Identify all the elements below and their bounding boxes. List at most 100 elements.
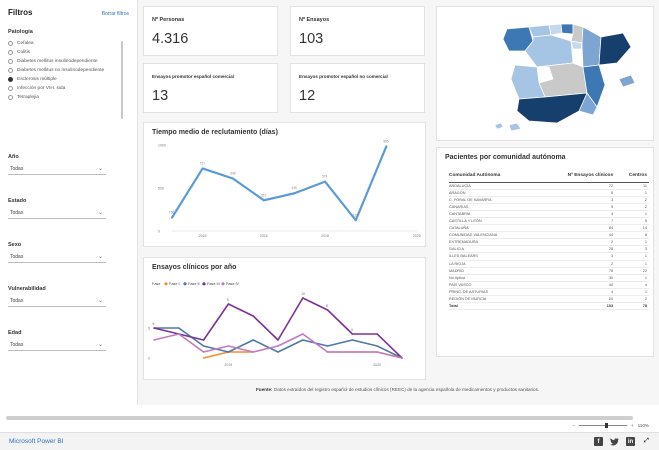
radio-option[interactable]: Tetraplejia xyxy=(8,93,112,102)
vulnerabilidad-dropdown[interactable]: Todas ⌄ xyxy=(8,296,106,307)
data-point xyxy=(326,309,329,311)
trials-chart-card: Ensayos clínicos por año Fase Fase I Fase … xyxy=(143,257,426,380)
radio-label: Colitis xyxy=(17,50,31,55)
map-region-navarra[interactable] xyxy=(570,23,584,44)
data-point xyxy=(277,351,279,353)
kpi-label: Nº Ensayos xyxy=(299,17,330,23)
data-label: 574 xyxy=(322,175,328,179)
column-header[interactable]: Comunidad Autónoma xyxy=(449,170,536,183)
radio-circle-icon xyxy=(8,59,13,64)
table-row: LA RIOJA 2 1 xyxy=(449,260,649,268)
table-cell: 78 xyxy=(615,302,649,311)
map-region-pais-vasco[interactable] xyxy=(560,23,574,35)
map-region-castilla-la-mancha[interactable] xyxy=(536,62,588,98)
estado-label: Estado xyxy=(8,198,27,204)
table-cell: 14 xyxy=(615,224,649,233)
data-point xyxy=(351,339,354,341)
data-point xyxy=(227,345,230,347)
powerbi-link[interactable]: Microsoft Power BI xyxy=(9,438,64,445)
kpi-value: 13 xyxy=(152,88,169,104)
table-cell: 8 xyxy=(535,189,616,197)
data-point xyxy=(376,345,378,347)
radio-option-selected[interactable]: Esclerosis múltiple xyxy=(8,75,112,84)
table-row: GALICIA 28 3 xyxy=(449,245,649,254)
zoom-in-button[interactable]: + xyxy=(631,423,634,428)
linkedin-icon[interactable]: in xyxy=(626,437,635,446)
chevron-down-icon: ⌄ xyxy=(97,166,103,172)
chevron-down-icon: ⌄ xyxy=(97,254,103,260)
dropdown-value: Todas xyxy=(10,342,24,348)
twitter-icon[interactable] xyxy=(610,437,619,446)
table-cell: 1 xyxy=(615,260,649,268)
table-row: EXTREMADURA 2 1 xyxy=(449,238,649,247)
data-point xyxy=(178,327,180,329)
data-label: 156 xyxy=(169,211,175,215)
data-label: 8 xyxy=(326,304,328,308)
y-tick-label: 5 xyxy=(148,327,150,331)
table-cell: 40 xyxy=(535,281,616,289)
map-region-aragon[interactable] xyxy=(581,26,602,68)
patologia-radio-list[interactable]: Cefalea Colitis Diabetes mellitus insuli… xyxy=(8,39,129,134)
map-region-extremadura[interactable] xyxy=(510,64,546,100)
ano-dropdown[interactable]: Todas ⌄ xyxy=(8,164,106,175)
radio-option[interactable]: Colitis xyxy=(8,48,112,57)
radio-option[interactable]: Infección por VIH, sida xyxy=(8,84,112,93)
series-line xyxy=(171,145,388,222)
table-cell: 3 xyxy=(535,196,616,204)
table-cell: REGIÓN DE MURCIA xyxy=(449,295,536,304)
map-region-cantabria[interactable] xyxy=(548,23,563,36)
radio-option[interactable]: Diabetes mellitus no insulinodependiente xyxy=(8,66,112,75)
trials-line-chart[interactable]: Fase Fase I Fase II Fase III Fase IV 0 5 2015 20… xyxy=(144,258,427,381)
radio-circle-icon xyxy=(8,41,13,46)
radio-option[interactable]: Cefalea xyxy=(8,39,112,48)
data-label: 357 xyxy=(261,193,267,197)
radio-list-scrollbar[interactable] xyxy=(121,41,123,119)
column-header[interactable]: Nº Ensayos clínicos xyxy=(535,170,616,183)
dropdown-value: Todas xyxy=(10,166,24,172)
recruitment-line-chart[interactable]: 0 500 1000 2015 2016 2018 2020 156 727 608 357 439 5… xyxy=(144,123,427,248)
x-tick-label: 2015 xyxy=(199,234,207,238)
table-cell: 1 xyxy=(615,288,649,297)
map-region-canarias[interactable] xyxy=(508,122,522,132)
radio-selected-icon xyxy=(8,77,13,82)
spain-choropleth-map[interactable] xyxy=(437,7,655,142)
scrollbar-track[interactable] xyxy=(6,416,633,420)
map-region-baleares[interactable] xyxy=(618,74,636,88)
data-point xyxy=(178,333,180,335)
legend-label: Fase II xyxy=(188,282,200,286)
edad-dropdown[interactable]: Todas ⌄ xyxy=(8,340,106,351)
table-cell: 3 xyxy=(615,245,649,254)
estado-slicer: Estado Todas ⌄ xyxy=(8,198,129,219)
series-line-1 xyxy=(203,351,403,359)
data-point xyxy=(326,351,329,353)
x-tick-label: 2020 xyxy=(373,363,381,367)
radio-option[interactable]: Diabetes mellitus insulinodependiente xyxy=(8,57,112,66)
zoom-control[interactable]: − + 110% xyxy=(572,423,649,428)
data-point xyxy=(227,303,230,305)
trials-chart-title: Ensayos clínicos por año xyxy=(152,264,237,271)
fullscreen-icon[interactable]: ⤢ xyxy=(642,437,651,446)
map-island xyxy=(494,122,504,130)
facebook-icon[interactable]: f xyxy=(594,437,603,446)
table-row: CASTILLA Y LEÓN 7 5 xyxy=(449,217,649,226)
estado-dropdown[interactable]: Todas ⌄ xyxy=(8,208,106,219)
kpi-card-personas: Nº Personas 4.316 xyxy=(143,6,278,56)
sexo-dropdown[interactable]: Todas ⌄ xyxy=(8,252,106,263)
y-tick-label: 0 xyxy=(148,357,150,361)
zoom-slider-handle[interactable] xyxy=(604,423,608,428)
clear-filters-link[interactable]: Borrar filtros xyxy=(102,11,129,17)
radio-label: Infección por VIH, sida xyxy=(17,86,66,91)
column-header[interactable]: Centros xyxy=(615,170,649,183)
horizontal-scrollbar[interactable] xyxy=(0,405,659,424)
zoom-out-button[interactable]: − xyxy=(572,423,575,428)
data-point xyxy=(401,357,403,359)
data-point xyxy=(171,216,173,219)
map-region-cataluna[interactable] xyxy=(598,32,632,66)
table-cell: ARAGÓN xyxy=(449,189,536,197)
kpi-value: 103 xyxy=(299,31,324,47)
kpi-card-promotor-comercial: Ensayos promotor español comercial 13 xyxy=(143,63,278,113)
table-row: ANDALUCÍA 72 11 xyxy=(449,182,649,190)
table-cell: 2 xyxy=(615,295,649,304)
zoom-slider[interactable] xyxy=(578,423,627,428)
radio-label: Diabetes mellitus insulinodependiente xyxy=(17,59,98,64)
